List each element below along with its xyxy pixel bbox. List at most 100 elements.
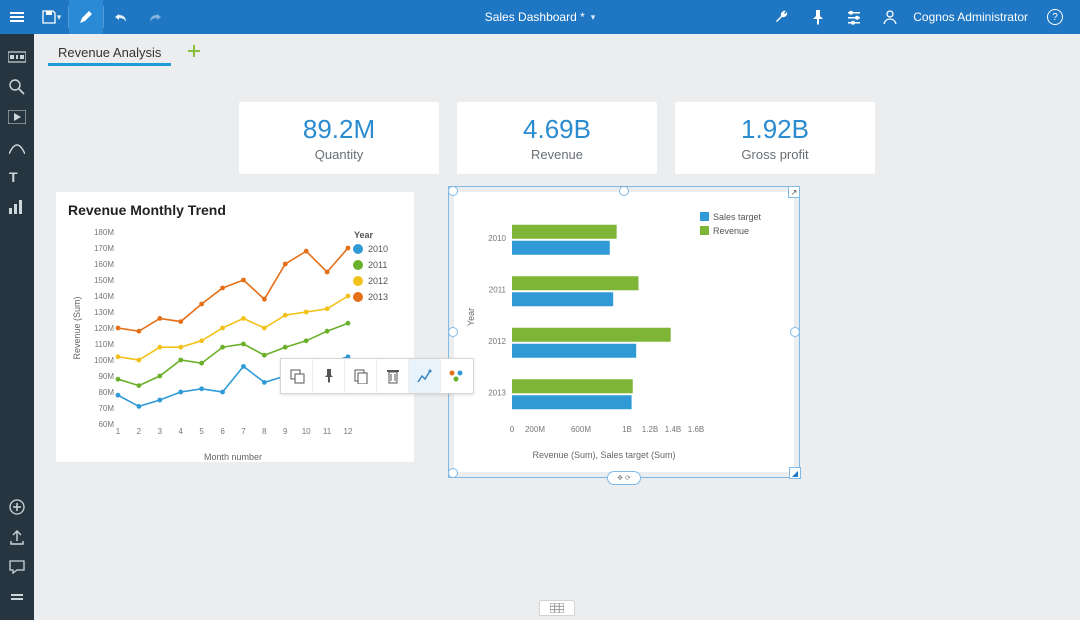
select-tool-icon[interactable] (281, 359, 313, 393)
svg-text:1.6B: 1.6B (688, 425, 704, 434)
chart-title: Revenue Monthly Trend (68, 202, 402, 218)
add-tab-button[interactable] (185, 42, 203, 60)
change-viz-icon[interactable] (409, 359, 441, 393)
nav-more-icon[interactable] (0, 582, 34, 612)
duplicate-icon[interactable] (345, 359, 377, 393)
svg-text:Month number: Month number (204, 452, 262, 462)
svg-text:T: T (9, 170, 18, 184)
user-name: Cognos Administrator (913, 10, 1028, 24)
svg-text:9: 9 (283, 427, 288, 436)
resize-handle[interactable] (448, 327, 458, 337)
svg-text:2010: 2010 (368, 244, 388, 254)
chart-revenue-vs-target[interactable]: ↗ ◢ ✥ ⟳ 20102011201220130200M600M1B1.2B1… (454, 192, 794, 472)
user-icon[interactable] (873, 0, 907, 34)
resize-corner-icon[interactable]: ◢ (789, 467, 801, 479)
svg-text:2013: 2013 (368, 292, 388, 302)
kpi-quantity[interactable]: 89.2M Quantity (239, 102, 439, 174)
nav-data-icon[interactable] (0, 42, 34, 72)
svg-text:10: 10 (302, 427, 311, 436)
svg-text:Revenue (Sum), Sales target (S: Revenue (Sum), Sales target (Sum) (532, 450, 675, 460)
kpi-label: Quantity (315, 147, 363, 162)
dashboard-canvas[interactable]: Revenue Analysis 89.2M Quantity 4.69B Re… (34, 34, 1080, 620)
svg-text:4: 4 (179, 427, 184, 436)
nav-chart-icon[interactable] (0, 192, 34, 222)
nav-comment-icon[interactable] (0, 552, 34, 582)
svg-text:150M: 150M (94, 276, 114, 285)
resize-handle[interactable] (448, 468, 458, 478)
expand-icon[interactable]: ↗ (788, 186, 800, 198)
chart-revenue-monthly-trend[interactable]: Revenue Monthly Trend 60M70M80M90M100M11… (56, 192, 414, 462)
properties-icon[interactable] (441, 359, 473, 393)
svg-text:2011: 2011 (489, 285, 507, 294)
svg-text:3: 3 (158, 427, 163, 436)
svg-text:170M: 170M (94, 244, 114, 253)
kpi-value: 4.69B (523, 114, 591, 145)
nav-search-icon[interactable] (0, 72, 34, 102)
kpi-gross-profit[interactable]: 1.92B Gross profit (675, 102, 875, 174)
svg-text:180M: 180M (94, 228, 114, 237)
edit-pencil-icon[interactable] (69, 0, 103, 34)
svg-text:110M: 110M (95, 340, 115, 349)
tab-revenue-analysis[interactable]: Revenue Analysis (48, 39, 171, 64)
svg-text:7: 7 (241, 427, 246, 436)
kpi-revenue[interactable]: 4.69B Revenue (457, 102, 657, 174)
left-nav: T (0, 34, 34, 620)
dashboard-title: Sales Dashboard * (485, 10, 585, 24)
move-handle[interactable]: ✥ ⟳ (607, 471, 641, 485)
svg-text:5: 5 (199, 427, 204, 436)
pin-icon[interactable] (801, 0, 835, 34)
svg-text:2010: 2010 (488, 234, 506, 243)
settings-sliders-icon[interactable] (837, 0, 871, 34)
svg-text:Year: Year (354, 230, 374, 240)
resize-handle[interactable] (790, 327, 800, 337)
context-toolbar (280, 358, 474, 394)
kpi-label: Revenue (531, 147, 583, 162)
svg-text:120M: 120M (94, 324, 114, 333)
nav-media-icon[interactable] (0, 102, 34, 132)
svg-text:80M: 80M (98, 388, 114, 397)
svg-text:100M: 100M (94, 356, 114, 365)
help-icon[interactable]: ? (1038, 0, 1072, 34)
bottom-drawer-handle[interactable] (539, 600, 575, 616)
svg-text:Revenue: Revenue (713, 226, 749, 236)
svg-text:60M: 60M (98, 420, 114, 429)
svg-text:600M: 600M (571, 425, 591, 434)
nav-add-icon[interactable] (0, 492, 34, 522)
svg-text:0: 0 (510, 425, 515, 434)
svg-text:2012: 2012 (368, 276, 388, 286)
undo-icon[interactable] (104, 0, 138, 34)
svg-text:6: 6 (220, 427, 225, 436)
svg-text:1.2B: 1.2B (642, 425, 658, 434)
svg-text:8: 8 (262, 427, 267, 436)
svg-text:Revenue (Sum): Revenue (Sum) (72, 296, 82, 359)
kpi-label: Gross profit (741, 147, 808, 162)
pin-tool-icon[interactable] (313, 359, 345, 393)
bar-chart-svg: 20102011201220130200M600M1B1.2B1.4B1.6BR… (462, 200, 786, 464)
kpi-value: 89.2M (303, 114, 375, 145)
svg-text:12: 12 (344, 427, 353, 436)
save-dropdown-icon[interactable]: ▾ (34, 0, 68, 34)
toolbar-left-group: ▾ (0, 0, 172, 34)
svg-text:130M: 130M (94, 308, 114, 317)
nav-share-icon[interactable] (0, 522, 34, 552)
svg-text:Year: Year (466, 308, 476, 326)
chevron-down-icon: ▾ (591, 12, 596, 23)
svg-text:200M: 200M (525, 425, 545, 434)
nav-text-icon[interactable]: T (0, 162, 34, 192)
grid-icon (550, 603, 564, 613)
wrench-icon[interactable] (765, 0, 799, 34)
svg-text:2: 2 (137, 427, 142, 436)
svg-text:1B: 1B (622, 425, 632, 434)
delete-icon[interactable] (377, 359, 409, 393)
kpi-value: 1.92B (741, 114, 809, 145)
resize-handle[interactable] (448, 186, 458, 196)
svg-text:90M: 90M (98, 372, 114, 381)
svg-text:Sales target: Sales target (713, 212, 762, 222)
redo-icon[interactable] (138, 0, 172, 34)
svg-text:140M: 140M (94, 292, 114, 301)
nav-shape-icon[interactable] (0, 132, 34, 162)
dashboard-title-dropdown[interactable]: Sales Dashboard * ▾ (485, 10, 596, 24)
menu-icon[interactable] (0, 0, 34, 34)
resize-handle[interactable] (619, 186, 629, 196)
kpi-row: 89.2M Quantity 4.69B Revenue 1.92B Gross… (34, 102, 1080, 174)
